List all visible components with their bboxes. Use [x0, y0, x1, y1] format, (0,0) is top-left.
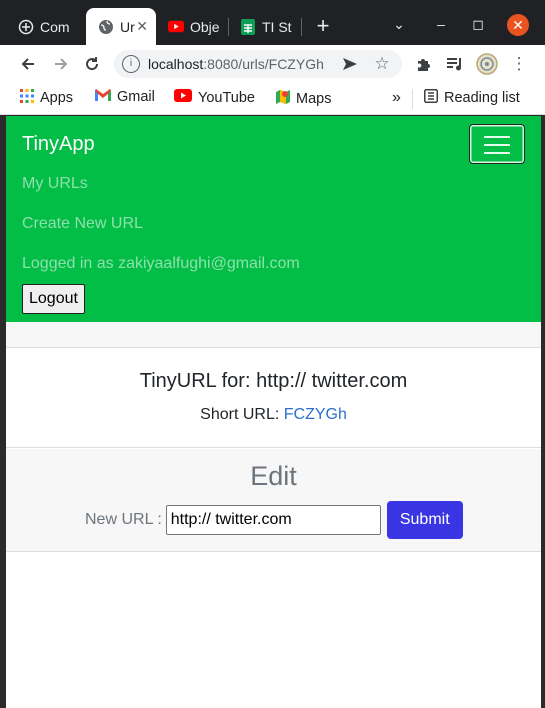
bookmark-apps[interactable]: Apps — [20, 89, 73, 107]
reading-list-icon — [424, 89, 438, 107]
menu-dots-icon[interactable]: ⋮ — [506, 51, 532, 77]
extensions-icon[interactable] — [410, 51, 436, 77]
browser-toolbar: i localhost:8080/urls/FCZYGh ☆ ⋮ — [0, 45, 545, 83]
new-url-label: New URL : — [85, 511, 162, 528]
bookmark-youtube[interactable]: YouTube — [174, 89, 255, 106]
short-url-label: Short URL: — [200, 406, 280, 423]
submit-button[interactable]: Submit — [386, 501, 463, 539]
url-card-body: TinyURL for: http:// twitter.com Short U… — [6, 348, 541, 448]
edit-section: Edit New URL : Submit — [6, 449, 541, 552]
maximize-icon[interactable]: ◻ — [466, 12, 490, 36]
tab-label: TI St — [262, 18, 292, 35]
youtube-icon — [168, 19, 184, 35]
bookmark-maps[interactable]: Maps — [276, 89, 331, 109]
tab-strip: Com Ur ✕ Obje TI St + ⌄ – ◻ ✕ — [0, 0, 545, 45]
apps-grid-icon — [20, 89, 34, 107]
navbar-toggler-button[interactable] — [469, 124, 525, 164]
bookmark-label: Apps — [40, 90, 74, 106]
new-tab-button[interactable]: + — [309, 12, 337, 40]
address-host: localhost — [148, 56, 204, 72]
reading-list-button[interactable]: Reading list — [424, 89, 520, 107]
logged-in-status: Logged in as zakiyaalfughi@gmail.com — [22, 255, 300, 272]
sheets-icon — [240, 18, 256, 35]
reading-list-label: Reading list — [444, 90, 520, 106]
hamburger-icon — [484, 136, 510, 138]
new-url-input[interactable] — [165, 505, 381, 535]
tab-label: Ur — [120, 18, 135, 35]
globe-icon — [98, 19, 114, 35]
short-url-link[interactable]: FCZYGh — [284, 406, 347, 423]
nav-my-urls[interactable]: My URLs — [22, 175, 88, 193]
navbar: TinyApp My URLs Create New URL Logged in… — [6, 116, 541, 322]
back-arrow-icon[interactable] — [15, 51, 41, 77]
logout-button[interactable]: Logout — [22, 284, 85, 314]
bookmark-label: Gmail — [117, 89, 155, 105]
edit-form: New URL : Submit — [85, 501, 463, 539]
youtube-icon — [174, 89, 192, 106]
bookmark-gmail[interactable]: Gmail — [95, 89, 155, 105]
tab-search-icon[interactable]: ⌄ — [387, 12, 411, 36]
card-title: TinyURL for: http:// twitter.com — [139, 370, 408, 392]
minimize-icon[interactable]: – — [429, 12, 453, 36]
bookmark-label: Maps — [296, 91, 332, 107]
send-icon[interactable] — [337, 51, 363, 77]
tab-com[interactable]: Com — [6, 8, 86, 45]
short-url-line: Short URL: FCZYGh — [6, 406, 541, 424]
tab-youtube[interactable]: Obje — [156, 8, 228, 45]
more-bookmarks-button[interactable]: » — [392, 89, 401, 107]
page-viewport: TinyApp My URLs Create New URL Logged in… — [6, 116, 541, 708]
card-header — [6, 322, 541, 348]
tab-label: Com — [40, 18, 70, 35]
tab-urls[interactable]: Ur ✕ — [86, 8, 156, 45]
nav-create-new-url[interactable]: Create New URL — [22, 215, 143, 233]
brand-link[interactable]: TinyApp — [22, 133, 95, 156]
bookmarks-bar: Apps Gmail YouTube Maps » Reading list — [0, 83, 545, 115]
tab-separator — [301, 18, 302, 36]
edit-heading: Edit — [250, 461, 297, 491]
maps-icon — [276, 89, 290, 109]
close-tab-icon[interactable]: ✕ — [136, 18, 148, 35]
more-bookmarks-label: » — [392, 89, 401, 106]
site-info-icon[interactable]: i — [122, 55, 140, 73]
reload-icon[interactable] — [79, 51, 105, 77]
gmail-icon — [95, 89, 111, 105]
bookmark-label: YouTube — [198, 89, 255, 106]
tab-sheets[interactable]: TI St — [228, 8, 300, 45]
bookmarks-divider — [412, 89, 413, 109]
address-path: :8080/urls/FCZYGh — [203, 56, 324, 72]
globe-plus-icon — [18, 19, 34, 35]
window-close-icon[interactable]: ✕ — [507, 14, 529, 36]
forward-arrow-icon[interactable] — [48, 51, 74, 77]
profile-avatar[interactable] — [474, 51, 500, 77]
media-queue-icon[interactable] — [442, 51, 468, 77]
tab-label: Obje — [190, 18, 220, 35]
browser-window: Com Ur ✕ Obje TI St + ⌄ – ◻ ✕ i localhos… — [0, 0, 545, 708]
bookmark-star-icon[interactable]: ☆ — [369, 51, 395, 77]
